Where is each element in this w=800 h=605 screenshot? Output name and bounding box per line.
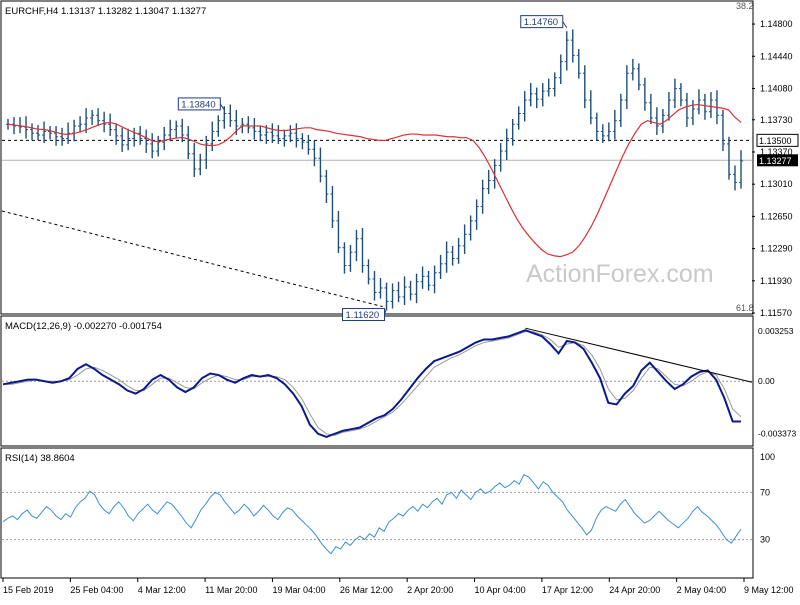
time-tick-label: 17 Apr 12:00 (542, 585, 593, 595)
time-tick-label: 2 Apr 20:00 (407, 585, 453, 595)
time-tick-label: 2 May 04:00 (677, 585, 727, 595)
price-tick-label: 1.14800 (760, 19, 793, 29)
time-tick-label: 11 Mar 20:00 (205, 585, 257, 595)
watermark-layer: ActionForex.com (526, 260, 714, 288)
fib-top-label: 38.2 (736, 1, 754, 11)
time-tick-label: 24 Apr 20:00 (609, 585, 660, 595)
rsi-tick-label: 30 (760, 535, 770, 545)
macd-tick-label: 0.003253 (758, 326, 794, 336)
price-tick-label: 1.13010 (760, 179, 793, 189)
time-tick-label: 25 Feb 04:00 (70, 585, 123, 595)
macd-title: MACD(12,26,9) -0.002270 -0.001754 (5, 321, 162, 332)
price-tick-label: 1.11930 (760, 276, 792, 286)
price-tick-label: 1.12290 (760, 244, 793, 254)
time-tick-label: 15 Feb 2019 (3, 585, 54, 595)
price-tick-label: 1.11570 (760, 308, 792, 318)
rsi-tick-label: 100 (760, 452, 775, 462)
fib-bottom-label: 61.8 (736, 303, 754, 313)
price-annotation-label: 1.13840 (181, 99, 215, 110)
rsi-title: RSI(14) 38.8604 (5, 453, 75, 464)
chart-root: ActionForex.com 1.13840 1.14760 1.11620 1.… (0, 0, 800, 600)
support-level-label: 1.13500 (759, 136, 792, 146)
time-tick-label: 9 May 12:00 (744, 585, 794, 595)
price-tick-label: 1.14440 (760, 51, 793, 61)
price-tick-label: 1.14080 (760, 83, 793, 93)
rsi-tick-label: 70 (760, 487, 770, 497)
price-tick-label: 1.12650 (760, 211, 793, 221)
time-tick-label: 10 Apr 04:00 (475, 585, 526, 595)
time-tick-label: 4 Mar 12:00 (138, 585, 186, 595)
macd-tick-label: -0.003373 (758, 428, 797, 438)
price-annotation-label: 1.11620 (346, 310, 380, 321)
time-tick-label: 26 Mar 12:00 (340, 585, 393, 595)
current-price-label: 1.13277 (759, 156, 792, 166)
chart-header: EURCHF,H4 1.13137 1.13282 1.13047 1.1327… (5, 6, 206, 17)
price-annotation-label: 1.14760 (524, 17, 558, 28)
chart-svg: ActionForex.com 1.13840 1.14760 1.11620 1.… (0, 0, 800, 600)
price-tick-label: 1.13730 (760, 115, 793, 125)
time-tick-label: 19 Mar 04:00 (272, 585, 325, 595)
macd-tick-label: 0.00 (758, 376, 775, 386)
watermark-text: ActionForex.com (526, 260, 714, 288)
